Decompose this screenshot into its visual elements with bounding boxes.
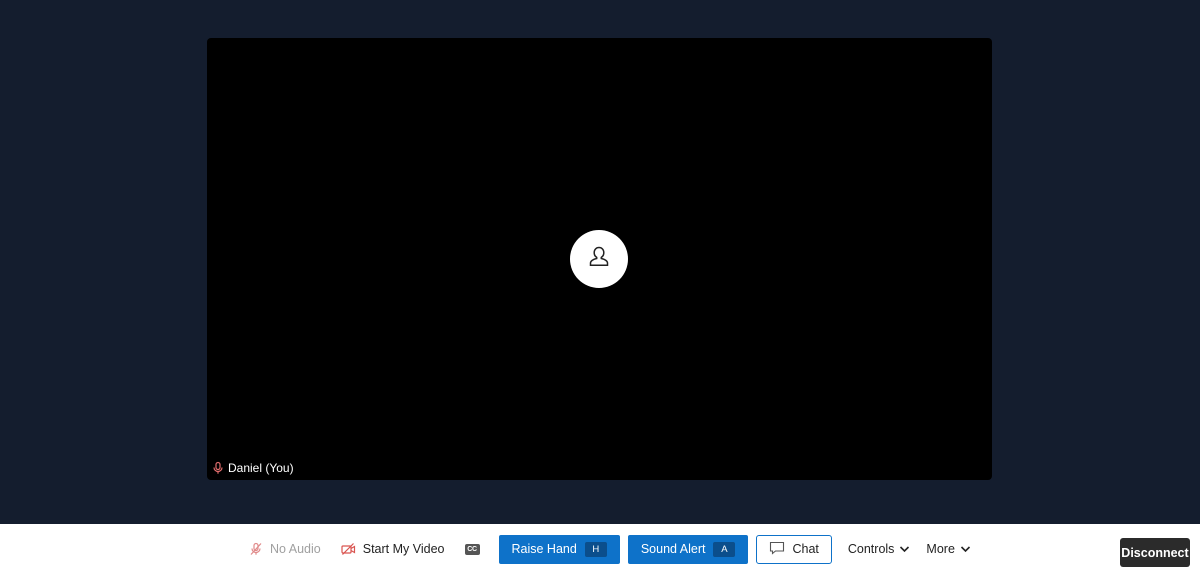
controls-dropdown[interactable]: Controls	[840, 534, 919, 564]
more-dropdown[interactable]: More	[918, 534, 978, 564]
raise-hand-shortcut: H	[584, 541, 607, 557]
meeting-stage: Daniel (You)	[0, 0, 1200, 524]
chevron-down-icon	[899, 542, 910, 556]
raise-hand-button[interactable]: Raise Hand H	[498, 534, 620, 564]
controls-label: Controls	[847, 542, 895, 556]
no-audio-button[interactable]: No Audio	[241, 534, 328, 564]
raise-hand-label: Raise Hand	[511, 542, 577, 556]
avatar	[570, 230, 628, 288]
mic-muted-icon	[211, 461, 225, 475]
toolbar-center-group: No Audio Start My Video CC Raise Hand H …	[241, 524, 979, 574]
start-video-button[interactable]: Start My Video	[334, 534, 452, 564]
sound-alert-shortcut: A	[713, 541, 736, 557]
chat-button[interactable]: Chat	[756, 534, 832, 564]
cc-icon: CC	[464, 543, 480, 555]
no-audio-label: No Audio	[270, 542, 321, 556]
closed-captions-button[interactable]: CC	[458, 534, 487, 564]
chat-label: Chat	[792, 542, 819, 556]
chat-icon	[769, 541, 785, 558]
start-video-label: Start My Video	[362, 542, 445, 556]
video-off-icon	[341, 541, 357, 557]
sound-alert-label: Sound Alert	[640, 542, 706, 556]
person-icon	[586, 244, 612, 275]
disconnect-button[interactable]: Disconnect	[1120, 538, 1190, 567]
chevron-down-icon	[960, 542, 971, 556]
mic-off-icon	[248, 541, 264, 557]
more-label: More	[926, 542, 955, 556]
self-video-tile: Daniel (You)	[207, 38, 992, 480]
participant-name: Daniel (You)	[228, 461, 294, 475]
meeting-toolbar: No Audio Start My Video CC Raise Hand H …	[0, 524, 1200, 574]
sound-alert-button[interactable]: Sound Alert A	[627, 534, 749, 564]
participant-name-tag: Daniel (You)	[211, 461, 294, 475]
